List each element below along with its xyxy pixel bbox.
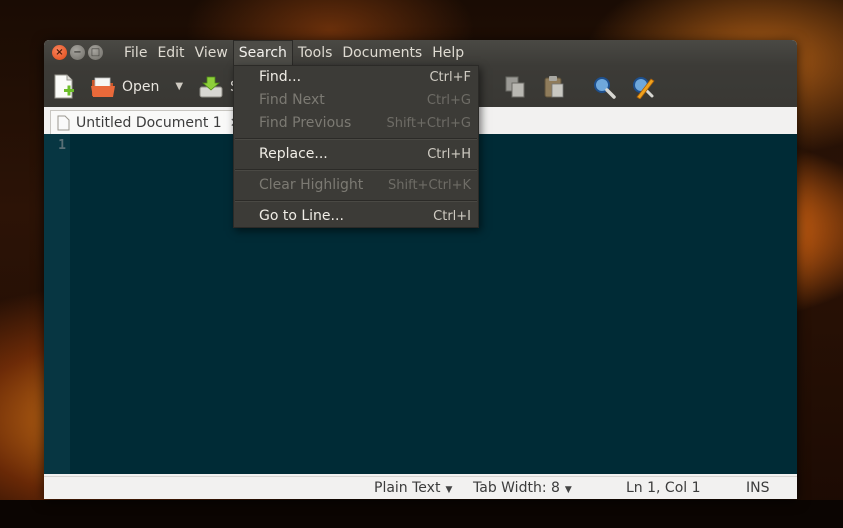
find-button[interactable] [592, 73, 616, 100]
find-replace-button[interactable] [631, 73, 657, 100]
menu-item-label: Clear Highlight [259, 177, 364, 193]
copy-button[interactable] [504, 73, 526, 100]
menu-item-find-next: Find Next Ctrl+G [234, 89, 478, 113]
title-menu-bar: × − □ File Edit View Search Tools Docume… [44, 40, 797, 66]
copy-icon [505, 76, 525, 97]
menu-item-go-to-line[interactable]: Go to Line... Ctrl+I [234, 205, 478, 229]
paste-button[interactable] [542, 73, 566, 100]
menu-item-find-previous: Find Previous Shift+Ctrl+G [234, 112, 478, 136]
minimize-window-button[interactable]: − [70, 45, 85, 60]
menu-separator [235, 138, 477, 140]
menu-item-shortcut: Ctrl+H [427, 147, 471, 162]
menu-item-replace[interactable]: Replace... Ctrl+H [234, 143, 478, 167]
menu-documents[interactable]: Documents [337, 40, 427, 66]
menu-search[interactable]: Search [232, 40, 293, 66]
open-dropdown-arrow-icon[interactable]: ▼ [175, 81, 183, 92]
menu-item-label: Find Previous [259, 115, 352, 131]
language-selector[interactable]: Plain Text ▼ [374, 480, 452, 496]
wallpaper-silhouette [0, 500, 843, 528]
tab-label: Untitled Document 1 [76, 115, 222, 131]
menu-item-shortcut: Ctrl+G [426, 93, 471, 108]
menu-item-shortcut: Shift+Ctrl+G [386, 116, 471, 131]
menubar: File Edit View Search Tools Documents He… [119, 40, 469, 66]
menu-item-shortcut: Ctrl+F [429, 70, 471, 85]
menu-tools[interactable]: Tools [293, 40, 338, 66]
cursor-position: Ln 1, Col 1 [626, 480, 701, 496]
menu-item-shortcut: Shift+Ctrl+K [388, 178, 471, 193]
language-label: Plain Text [374, 480, 441, 496]
menu-separator [235, 169, 477, 171]
menu-item-shortcut: Ctrl+I [433, 209, 471, 224]
menu-file[interactable]: File [119, 40, 152, 66]
insert-mode-indicator: INS [746, 480, 770, 496]
menu-item-clear-highlight: Clear Highlight Shift+Ctrl+K [234, 174, 478, 198]
menu-view[interactable]: View [190, 40, 233, 66]
menu-item-label: Find... [259, 69, 302, 85]
paste-icon [544, 75, 564, 97]
chevron-down-icon: ▼ [564, 485, 572, 495]
close-window-button[interactable]: × [52, 45, 67, 60]
line-number-gutter: 1 [44, 134, 70, 474]
tab-width-label: Tab Width: 8 [473, 480, 560, 496]
chevron-down-icon: ▼ [445, 485, 453, 495]
text-document-icon [57, 115, 70, 131]
open-button-label: Open [122, 78, 160, 95]
menu-item-label: Find Next [259, 92, 325, 108]
open-button[interactable]: Open ▼ [90, 73, 183, 100]
menu-separator [235, 200, 477, 202]
folder-open-icon [91, 77, 115, 97]
line-number: 1 [58, 138, 66, 153]
new-document-button[interactable] [52, 73, 76, 100]
tab-untitled-document-1[interactable]: Untitled Document 1 ✕ [50, 110, 248, 135]
find-replace-icon [633, 76, 655, 99]
status-bar: Plain Text ▼ Tab Width: 8 ▼ Ln 1, Col 1 IN… [44, 476, 797, 499]
menu-help[interactable]: Help [427, 40, 469, 66]
search-menu-dropdown: Find... Ctrl+F Find Next Ctrl+G Find Pre… [233, 65, 479, 228]
menu-item-find[interactable]: Find... Ctrl+F [234, 66, 478, 90]
maximize-window-button[interactable]: □ [88, 45, 103, 60]
tab-width-selector[interactable]: Tab Width: 8 ▼ [473, 480, 572, 496]
menu-item-label: Go to Line... [259, 208, 344, 224]
save-icon [199, 76, 223, 97]
menu-edit[interactable]: Edit [152, 40, 189, 66]
new-document-icon [54, 74, 74, 98]
magnifier-icon [594, 76, 616, 99]
menu-item-label: Replace... [259, 146, 328, 162]
